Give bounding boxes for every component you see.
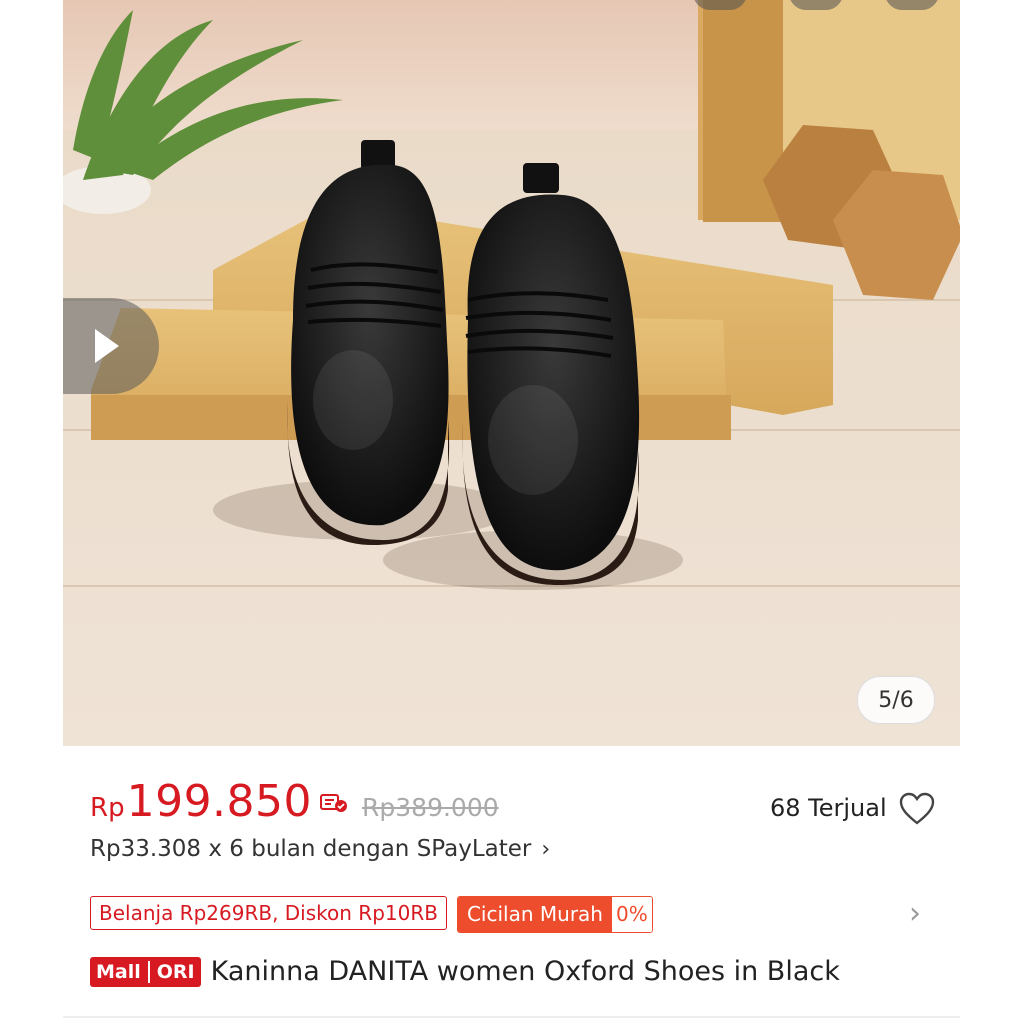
chevron-right-icon: › (541, 836, 551, 862)
price-currency: Rp (90, 793, 125, 823)
original-price: Rp389.000 (362, 793, 499, 822)
chevron-right-icon[interactable]: › (909, 896, 921, 931)
installment-label: Cicilan Murah (457, 897, 612, 932)
product-page: 5/6 Rp 199.850 Rp389.000 68 Terjual Rp33… (63, 0, 960, 1024)
paylater-text: Rp33.308 x 6 bulan dengan SPayLater (90, 836, 532, 862)
discount-voucher-tag[interactable]: Belanja Rp269RB, Diskon Rp10RB (90, 896, 447, 930)
installment-rate: 0% (611, 897, 652, 932)
top-control-bubble[interactable] (693, 0, 747, 10)
promo-row: Belanja Rp269RB, Diskon Rp10RB Cicilan M… (90, 896, 653, 933)
price-row: Rp 199.850 Rp389.000 (90, 776, 499, 827)
image-counter: 5/6 (857, 676, 935, 724)
product-title: Kaninna DANITA women Oxford Shoes in Bla… (210, 956, 840, 987)
product-image-gallery[interactable]: 5/6 (63, 0, 960, 746)
product-info: Rp 199.850 Rp389.000 68 Terjual Rp33.308… (63, 746, 960, 1024)
gallery-top-controls (693, 0, 939, 10)
play-icon (95, 329, 119, 363)
product-photo (63, 0, 960, 746)
heart-outline-icon[interactable] (899, 792, 935, 826)
top-control-bubble[interactable] (789, 0, 843, 10)
top-control-bubble[interactable] (885, 0, 939, 10)
current-price: 199.850 (126, 776, 313, 827)
installment-tag[interactable]: Cicilan Murah 0% (456, 896, 653, 933)
badge-ori-text: ORI (156, 960, 195, 983)
video-play-button[interactable] (63, 298, 159, 394)
sold-count: 68 Terjual (770, 794, 887, 822)
divider (63, 1016, 960, 1018)
badge-divider (147, 960, 150, 983)
shopee-coin-icon (320, 792, 348, 814)
mall-ori-badge: Mall ORI (90, 956, 201, 987)
title-row: Mall ORI Kaninna DANITA women Oxford Sho… (90, 956, 840, 987)
badge-mall-text: Mall (96, 960, 141, 983)
paylater-link[interactable]: Rp33.308 x 6 bulan dengan SPayLater › (90, 836, 550, 862)
